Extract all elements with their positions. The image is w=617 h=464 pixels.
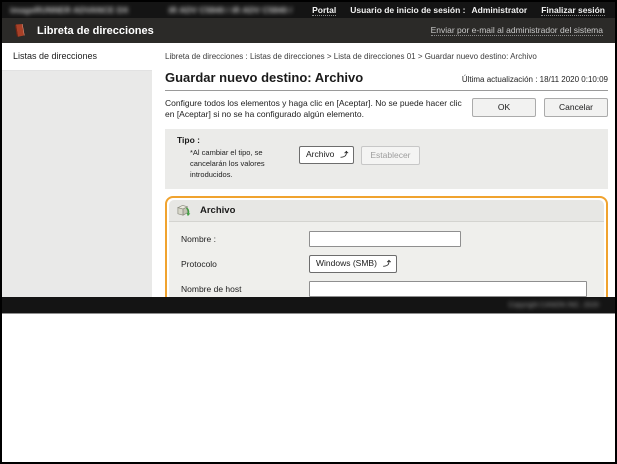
protocol-label: Protocolo <box>181 259 309 269</box>
host-label: Nombre de host <box>181 284 309 294</box>
type-select-value: Archivo <box>306 149 334 159</box>
host-input[interactable] <box>309 281 587 297</box>
type-note: *Al cambiar el tipo, se cancelarán los v… <box>190 148 290 181</box>
set-button[interactable]: Establecer <box>361 146 419 165</box>
save-to-file-icon <box>176 203 192 218</box>
sidebar: Listas de direcciones <box>2 43 152 297</box>
type-section: Tipo : *Al cambiar el tipo, se cancelará… <box>165 129 608 189</box>
file-panel-body: Nombre : Protocolo Windows (SMB) ⤴︎ Nomb… <box>169 222 604 297</box>
device-info: imageRUNNER ADVANCE DX iR ADV C5840 / iR… <box>10 5 292 15</box>
email-admin-link[interactable]: Enviar por e-mail al administrador del s… <box>431 25 603 36</box>
app-bar: Libreta de direcciones Enviar por e-mail… <box>2 18 615 43</box>
breadcrumb[interactable]: Libreta de direcciones : Listas de direc… <box>165 52 608 61</box>
remote-ui-window: imageRUNNER ADVANCE DX iR ADV C5840 / iR… <box>0 0 617 464</box>
copyright-text: Copyright CANON INC. 2020 <box>508 302 599 309</box>
file-panel: Archivo Nombre : Protocolo Windows (SMB)… <box>165 196 608 297</box>
protocol-select[interactable]: Windows (SMB) ⤴︎ <box>309 255 397 273</box>
chevron-down-icon: ⤴︎ <box>340 150 348 159</box>
viewport-empty-area <box>2 314 615 462</box>
main-content: Libreta de direcciones : Listas de direc… <box>152 43 615 297</box>
login-user-value: Administrator <box>471 5 527 15</box>
top-bar: imageRUNNER ADVANCE DX iR ADV C5840 / iR… <box>2 2 615 18</box>
sidebar-item-address-lists[interactable]: Listas de direcciones <box>2 43 152 71</box>
name-label: Nombre : <box>181 234 309 244</box>
app-title: Libreta de direcciones <box>37 25 154 37</box>
title-divider <box>165 90 608 91</box>
type-select[interactable]: Archivo ⤴︎ <box>299 146 354 164</box>
file-panel-header: Archivo <box>169 200 604 222</box>
instruction-text: Configure todos los elementos y haga cli… <box>165 98 472 121</box>
cancel-button[interactable]: Cancelar <box>544 98 608 117</box>
device-model: iR ADV C5840 / iR ADV C5840 / <box>169 5 293 15</box>
last-update: Última actualización : 18/11 2020 0:10:0… <box>462 75 608 85</box>
address-book-icon <box>12 23 27 38</box>
protocol-select-value: Windows (SMB) <box>316 258 377 268</box>
device-name: imageRUNNER ADVANCE DX <box>10 5 129 15</box>
portal-link[interactable]: Portal <box>312 5 336 16</box>
logout-link[interactable]: Finalizar sesión <box>541 5 605 16</box>
type-label: Tipo : <box>177 135 299 145</box>
file-panel-title: Archivo <box>200 205 235 216</box>
ok-button[interactable]: OK <box>472 98 536 117</box>
page-title: Guardar nuevo destino: Archivo <box>165 70 363 85</box>
login-user-label: Usuario de inicio de sesión : <box>350 5 465 15</box>
name-input[interactable] <box>309 231 461 247</box>
footer-bar: Copyright CANON INC. 2020 <box>2 297 615 314</box>
chevron-down-icon: ⤴︎ <box>383 259 391 268</box>
